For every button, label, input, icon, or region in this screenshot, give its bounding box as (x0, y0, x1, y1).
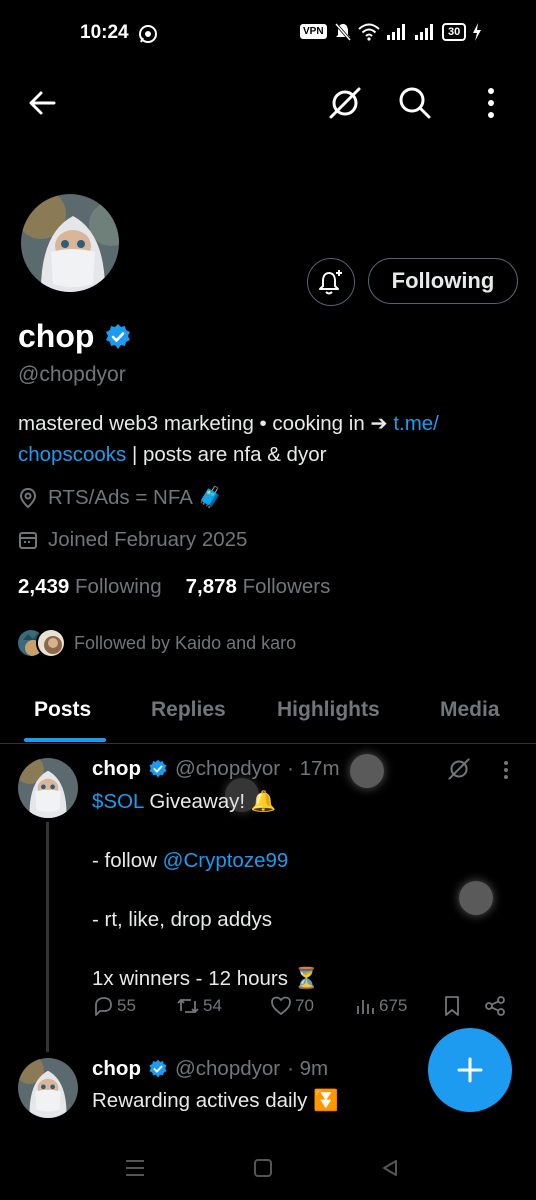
tab-posts[interactable]: Posts (34, 698, 91, 722)
wifi-icon (358, 23, 380, 41)
bio-link[interactable]: t.me/ (393, 412, 439, 435)
bookmark-icon (445, 996, 459, 1016)
repost-icon (177, 998, 199, 1014)
tweet-line: - follow (92, 849, 163, 872)
reply-count: 55 (117, 996, 136, 1015)
following-stat[interactable]: 2,439 Following (18, 575, 162, 599)
active-tab-indicator (24, 738, 106, 742)
tweet-header: chop @chopdyor · 17m (92, 757, 340, 781)
thread-connector (46, 822, 49, 1052)
views-button[interactable]: 675 (354, 995, 407, 1017)
back-button[interactable] (26, 86, 60, 120)
share-icon (485, 996, 505, 1016)
grok-tweet-button[interactable] (446, 756, 472, 787)
profile-avatar[interactable] (18, 191, 122, 295)
home-nav-icon[interactable] (253, 1158, 273, 1178)
system-navigation-bar (0, 1150, 536, 1200)
touch-indicator (350, 754, 384, 788)
profile-name-row: chop (18, 318, 132, 355)
tweet-body: $SOL Giveaway! 🔔 - follow @Cryptoze99 - … (92, 787, 512, 994)
tweet-author-name[interactable]: chop (92, 757, 141, 781)
profile-name: chop (18, 318, 95, 354)
follower-avatar-2 (36, 628, 66, 658)
heart-icon (271, 996, 291, 1016)
tab-media[interactable]: Media (440, 698, 500, 722)
bio-text: mastered web3 marketing • cooking in ➔ (18, 412, 394, 435)
location-text: RTS/Ads = NFA 🧳 (48, 486, 223, 509)
touch-indicator (459, 881, 493, 915)
tweet-author-handle[interactable]: @chopdyor (175, 1057, 280, 1081)
notification-bell-button[interactable] (307, 258, 355, 306)
grok-button[interactable] (326, 84, 364, 122)
bookmark-button[interactable] (442, 995, 462, 1017)
profile-location: RTS/Ads = NFA 🧳 (18, 486, 223, 510)
verified-badge-icon (149, 759, 167, 778)
more-vertical-icon (488, 88, 494, 118)
view-count: 675 (379, 996, 408, 1015)
tweet-author-name[interactable]: chop (92, 1057, 141, 1081)
signal-icon-2 (415, 24, 433, 40)
mute-icon (334, 23, 352, 41)
more-options-button[interactable] (476, 84, 506, 122)
tweet-time: · 9m (287, 1057, 329, 1080)
verified-badge-icon (106, 323, 131, 349)
tweet-more-button[interactable] (498, 758, 514, 787)
repost-button[interactable]: 54 (176, 995, 222, 1017)
calendar-icon (19, 532, 37, 549)
like-button[interactable]: 70 (270, 995, 314, 1017)
arrow-left-icon (29, 91, 56, 115)
menu-nav-icon[interactable] (124, 1158, 146, 1178)
compose-post-button[interactable] (428, 1028, 512, 1112)
verified-badge-icon (149, 1059, 167, 1078)
profile-joined: Joined February 2025 (18, 528, 247, 552)
mention-link[interactable]: @Cryptoze99 (163, 849, 289, 872)
battery-indicator: 30 (442, 23, 467, 41)
whatsapp-icon (138, 24, 158, 49)
followed-by[interactable]: Followed by Kaido and karo (16, 628, 296, 658)
charging-icon (473, 23, 482, 41)
bell-plus-icon (319, 270, 342, 295)
profile-tabs: Posts Replies Highlights Media (0, 690, 536, 744)
signal-icon (387, 24, 405, 40)
tab-highlights[interactable]: Highlights (277, 698, 380, 722)
followed-by-text: Followed by Kaido and karo (74, 632, 297, 653)
reply-button[interactable]: 55 (92, 995, 136, 1017)
like-count: 70 (295, 996, 314, 1015)
grok-icon (329, 87, 361, 119)
tweet-author-avatar[interactable] (18, 1058, 78, 1118)
more-vertical-icon (504, 761, 508, 779)
profile-handle: @chopdyor (18, 363, 126, 386)
joined-text: Joined February 2025 (48, 528, 248, 551)
tweet-body: Rewarding actives daily ⏬ (92, 1089, 339, 1112)
tweet-line: - rt, like, drop addys (92, 908, 273, 931)
tab-replies[interactable]: Replies (151, 698, 226, 722)
share-button[interactable] (484, 995, 506, 1017)
plus-icon (457, 1057, 483, 1083)
vpn-badge: VPN (300, 24, 327, 39)
views-chart-icon (357, 1000, 374, 1014)
location-pin-icon (19, 487, 37, 509)
profile-bio: mastered web3 marketing • cooking in ➔ t… (18, 408, 518, 470)
status-time: 10:24 (80, 22, 129, 43)
reply-icon (95, 997, 112, 1016)
bio-tail: | posts are nfa & dyor (126, 443, 327, 466)
repost-count: 54 (203, 996, 222, 1015)
status-icons: 30 (334, 22, 482, 42)
follow-stats: 2,439 Following 7,878 Followers (18, 575, 330, 599)
back-nav-icon[interactable] (380, 1158, 400, 1178)
followers-stat[interactable]: 7,878 Followers (186, 575, 331, 599)
bio-link-continued[interactable]: chopscooks (18, 443, 126, 466)
search-icon (399, 87, 431, 119)
following-button[interactable]: Following (368, 258, 518, 304)
touch-indicator (225, 778, 259, 812)
cashtag[interactable]: $SOL (92, 790, 144, 813)
tweet-header: chop @chopdyor · 9m (92, 1057, 328, 1081)
tweet-author-handle[interactable]: @chopdyor (175, 757, 280, 781)
search-button[interactable] (396, 84, 434, 122)
tweet-line: 1x winners - 12 hours ⏳ (92, 967, 320, 990)
tweet-author-avatar[interactable] (18, 758, 78, 818)
tweet-time: · 17m (287, 757, 340, 780)
grok-icon (448, 758, 470, 780)
